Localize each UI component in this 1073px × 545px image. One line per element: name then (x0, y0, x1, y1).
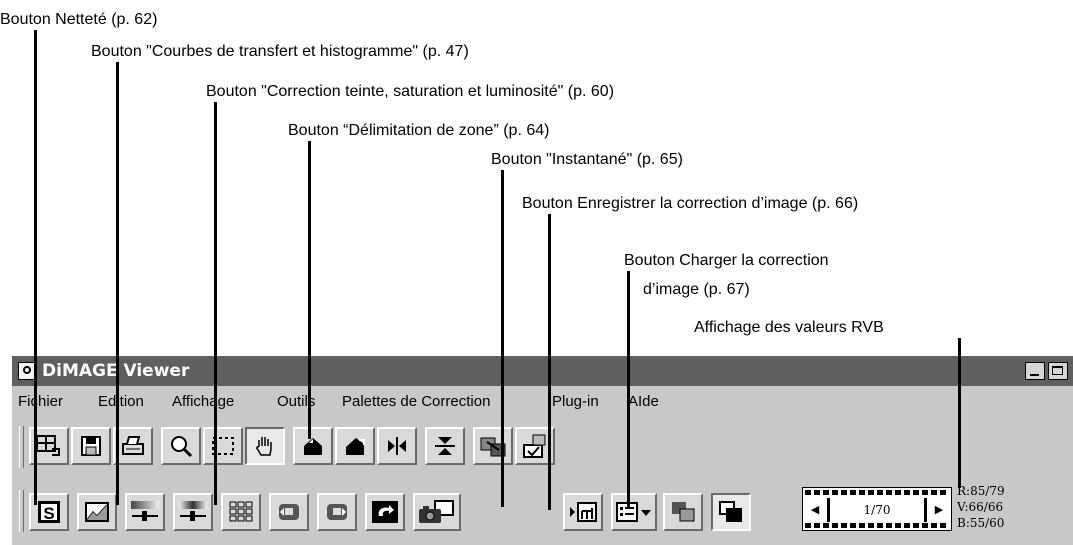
curves-callout: Bouton "Courbes de transfert et histogra… (91, 43, 469, 60)
compare-button[interactable] (711, 493, 751, 531)
hand-icon (256, 437, 272, 456)
sharpness-callout: Bouton Netteté (p. 62) (0, 11, 158, 28)
leader-line-curves (116, 62, 119, 505)
save-correction-icon (570, 502, 597, 522)
snapshot-callout: Bouton "Instantané" (p. 65) (491, 151, 683, 168)
menu-bar: Fichier Edition Affichage Outils Palette… (12, 386, 1073, 416)
menu-palettes-de-correction[interactable]: Palettes de Correction (342, 393, 490, 410)
rotate-left-button[interactable] (293, 427, 333, 465)
menu-affichage[interactable]: Affichage (172, 393, 234, 410)
rgb-blue-value: B:55/60 (957, 516, 1005, 530)
rgb-values-display: R:85/79 V:66/66 B:55/60 (957, 483, 1005, 531)
reset-icon (372, 501, 398, 523)
maximize-button[interactable] (1048, 362, 1068, 380)
load-correction-callout-line1: Bouton Charger la correction (624, 252, 829, 269)
rgb-green-value: V:66/66 (957, 500, 1004, 514)
curves-icon (85, 502, 109, 522)
load-correction-button[interactable] (611, 493, 657, 531)
leader-line-load-correction (627, 271, 630, 509)
variations-button[interactable] (221, 493, 261, 531)
overlay-icon (672, 502, 695, 522)
thumbnail-view-icon (36, 435, 60, 456)
minimize-button[interactable] (1025, 362, 1045, 380)
zoom-icon (171, 436, 193, 458)
leader-line-rgb-display (958, 338, 961, 488)
curves-histogram-button[interactable] (77, 493, 117, 531)
rgb-display-callout: Affichage des valeurs RVB (694, 319, 884, 336)
save-button[interactable] (71, 427, 111, 465)
rotate-right-button[interactable] (335, 427, 375, 465)
hand-tool-button[interactable] (245, 427, 285, 465)
menu-edition[interactable]: Edition (98, 393, 144, 410)
area-select-button[interactable] (203, 427, 243, 465)
export-button[interactable] (473, 427, 513, 465)
redo-correction-icon (327, 504, 347, 520)
hue-saturation-icon (179, 501, 207, 521)
rgb-red-value: R:85/79 (957, 484, 1005, 498)
compare-icon (719, 501, 742, 522)
load-correction-callout-line2: d’image (p. 67) (643, 281, 750, 298)
color-balance-button[interactable] (125, 493, 165, 531)
color-balance-icon (131, 501, 159, 521)
undo-correction-icon (279, 504, 299, 520)
title-bar[interactable]: DiMAGE Viewer (12, 356, 1073, 386)
leader-line-area (308, 141, 311, 439)
hue-callout: Bouton "Correction teinte, saturation et… (206, 83, 615, 100)
next-image-button[interactable]: ▶ (930, 498, 948, 522)
snapshot-button[interactable] (413, 493, 461, 531)
rotate-left-icon (304, 438, 322, 455)
leader-line-snapshot (501, 170, 504, 507)
menu-fichier[interactable]: Fichier (18, 393, 63, 410)
variations-icon (229, 501, 253, 522)
flip-vertical-button[interactable] (425, 427, 465, 465)
flip-horizontal-icon (388, 437, 406, 455)
leader-line-save-correction (548, 214, 551, 510)
save-correction-callout: Bouton Enregistrer la correction d’image… (522, 195, 859, 212)
image-counter: 1/70 (827, 498, 927, 522)
redo-correction-button[interactable] (317, 493, 357, 531)
acquire-icon (523, 434, 546, 458)
load-correction-icon (616, 502, 651, 522)
main-toolbar (12, 416, 1073, 480)
undo-correction-button[interactable] (269, 493, 309, 531)
reset-button[interactable] (365, 493, 405, 531)
svg-text:S: S (43, 504, 54, 523)
toolbar-grip[interactable] (19, 490, 24, 532)
toolbar-grip[interactable] (19, 426, 24, 468)
sharpness-icon: S (38, 501, 60, 523)
rotate-right-icon (346, 438, 365, 455)
previous-image-button[interactable]: ◀ (806, 498, 824, 522)
correction-toolbar: S ◀ 1/70 ▶ R:85/79 V:66/66 B:55/60 (12, 480, 1073, 545)
menu-plug-in[interactable]: Plug-in (552, 393, 599, 410)
zoom-button[interactable] (161, 427, 201, 465)
overlay-button[interactable] (663, 493, 703, 531)
film-perforation (805, 490, 949, 495)
leader-line-hue (214, 102, 217, 505)
area-callout: Bouton “Délimitation de zone” (p. 64) (288, 122, 550, 139)
save-correction-button[interactable] (563, 493, 603, 531)
snapshot-icon (419, 500, 454, 523)
filmstrip-navigator: ◀ 1/70 ▶ (802, 487, 952, 531)
menu-aide[interactable]: AIde (628, 393, 659, 410)
print-button[interactable] (113, 427, 153, 465)
hue-saturation-button[interactable] (173, 493, 213, 531)
leader-line-sharpness (34, 30, 37, 505)
save-icon (81, 436, 101, 456)
print-icon (122, 436, 144, 455)
film-perforation (805, 523, 949, 528)
flip-vertical-icon (435, 437, 455, 455)
flip-horizontal-button[interactable] (377, 427, 417, 465)
